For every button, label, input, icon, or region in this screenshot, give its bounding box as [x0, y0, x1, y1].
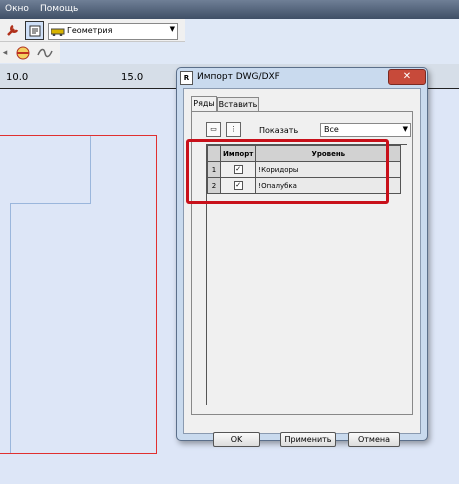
collapse-icon[interactable]: ▭ — [206, 122, 221, 137]
revit-icon: R — [180, 71, 193, 85]
menu-help[interactable]: Помощь — [40, 4, 78, 14]
geometry-icon — [50, 25, 65, 38]
chevron-down-icon: ▼ — [169, 25, 175, 33]
properties-icon[interactable] — [25, 21, 44, 40]
ruler-label: 10.0 — [6, 72, 29, 83]
chevron-down-icon: ▼ — [402, 125, 408, 133]
list-icon[interactable]: ⋮ — [226, 122, 241, 137]
drawing-blue-line — [10, 203, 91, 204]
apply-button[interactable]: Применить — [280, 432, 336, 447]
arrow-left-icon[interactable]: ◂ — [0, 44, 10, 61]
drawing-blue-line — [90, 136, 91, 204]
layer-combo-value: Геометрия — [67, 26, 113, 35]
wrench-icon[interactable] — [4, 21, 21, 38]
import-dialog: R Импорт DWG/DXF ✕ Ряды Вставить ▭ ⋮ Пок… — [176, 67, 428, 447]
show-select-value: Все — [324, 125, 339, 134]
drawing-red-rectangle — [0, 135, 157, 454]
show-label: Показать — [259, 126, 299, 135]
show-select[interactable]: Все ▼ — [320, 123, 411, 137]
annotation-highlight — [186, 139, 389, 204]
dialog-title: Импорт DWG/DXF — [197, 72, 280, 82]
layer-toggle-icon[interactable] — [14, 44, 31, 61]
tab-rows[interactable]: Ряды — [191, 96, 217, 112]
layer-combo[interactable]: Геометрия ▼ — [48, 23, 178, 40]
tab-insert[interactable]: Вставить — [217, 97, 259, 111]
cancel-button[interactable]: Отмена — [348, 432, 400, 447]
menu-window[interactable]: Окно — [5, 4, 29, 14]
close-button[interactable]: ✕ — [388, 69, 426, 85]
ok-button[interactable]: OK — [213, 432, 260, 447]
ruler-label: 15.0 — [121, 72, 144, 83]
toolbar-secondary: ◂ — [0, 42, 60, 63]
curve-icon[interactable] — [36, 44, 53, 61]
menu-bar: Окно Помощь — [0, 0, 459, 19]
drawing-blue-line — [10, 203, 11, 453]
